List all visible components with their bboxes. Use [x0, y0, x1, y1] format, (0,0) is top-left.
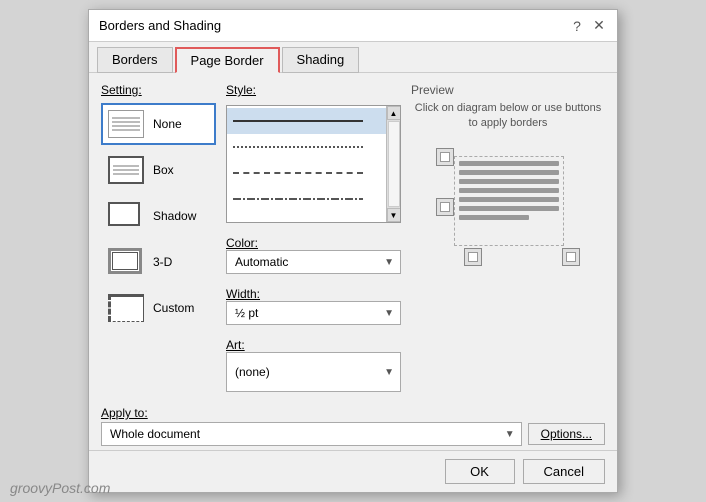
- title-bar: Borders and Shading ? ✕: [89, 10, 617, 42]
- preview-instructions: Click on diagram below or use buttonsto …: [411, 101, 605, 132]
- style-listbox[interactable]: ▲ ▼: [226, 105, 401, 223]
- width-select[interactable]: ½ pt ▼: [226, 301, 401, 325]
- apply-value: Whole document: [110, 427, 200, 441]
- main-content: Setting: None: [89, 73, 617, 402]
- width-dropdown-arrow: ▼: [384, 308, 394, 319]
- shadow-icon: [107, 200, 145, 232]
- color-label: Color:: [226, 236, 258, 250]
- tab-page-border[interactable]: Page Border: [175, 47, 280, 73]
- setting-none-label: None: [153, 117, 182, 131]
- preview-bot-right-btn[interactable]: [562, 248, 580, 266]
- setting-3d[interactable]: 3-D: [101, 241, 216, 283]
- middle-panel: Style:: [226, 83, 401, 392]
- apply-row: Apply to: Whole document ▼ Options...: [89, 402, 617, 450]
- tabs-row: Borders Page Border Shading: [89, 42, 617, 73]
- help-button[interactable]: ?: [569, 18, 585, 34]
- setting-label: Setting:: [101, 83, 216, 97]
- preview-diagram: [428, 144, 588, 274]
- apply-label: Apply to:: [101, 406, 605, 420]
- preview-area[interactable]: [411, 140, 605, 392]
- tab-borders[interactable]: Borders: [97, 47, 173, 73]
- style-solid[interactable]: [227, 108, 400, 134]
- preview-mid-left-btn[interactable]: [436, 198, 454, 216]
- preview-bot-left-btn[interactable]: [464, 248, 482, 266]
- watermark: groovyPost.com: [10, 480, 110, 496]
- color-select[interactable]: Automatic ▼: [226, 250, 401, 274]
- color-dropdown-arrow: ▼: [384, 257, 394, 268]
- 3d-icon: [107, 246, 145, 278]
- apply-select-row: Whole document ▼ Options...: [101, 422, 605, 446]
- setting-box-label: Box: [153, 163, 174, 177]
- ok-button[interactable]: OK: [445, 459, 515, 484]
- color-value: Automatic: [235, 255, 288, 269]
- setting-3d-label: 3-D: [153, 255, 172, 269]
- style-scrollbar[interactable]: ▲ ▼: [386, 106, 400, 222]
- none-icon: [107, 108, 145, 140]
- box-icon: [107, 154, 145, 186]
- options-button[interactable]: Options...: [528, 423, 605, 445]
- setting-panel: Setting: None: [101, 83, 216, 392]
- style-dashed[interactable]: [227, 160, 400, 186]
- cancel-button[interactable]: Cancel: [523, 459, 605, 484]
- style-label: Style:: [226, 83, 401, 97]
- width-value: ½ pt: [235, 306, 258, 320]
- custom-icon: [107, 292, 145, 324]
- setting-custom[interactable]: Custom: [101, 287, 216, 329]
- apply-select[interactable]: Whole document ▼: [101, 422, 522, 446]
- setting-custom-label: Custom: [153, 301, 194, 315]
- setting-shadow[interactable]: Shadow: [101, 195, 216, 237]
- art-value: (none): [235, 365, 270, 379]
- art-label: Art:: [226, 338, 245, 352]
- art-dropdown-arrow: ▼: [384, 367, 394, 378]
- setting-items: None Box: [101, 103, 216, 329]
- bottom-bar: OK Cancel: [89, 450, 617, 492]
- art-select[interactable]: (none) ▼: [226, 352, 401, 392]
- width-label: Width:: [226, 287, 260, 301]
- title-bar-controls: ? ✕: [569, 18, 607, 34]
- close-button[interactable]: ✕: [591, 18, 607, 34]
- preview-top-left-btn[interactable]: [436, 148, 454, 166]
- scroll-down-arrow[interactable]: ▼: [387, 208, 401, 222]
- scroll-track: [388, 121, 400, 207]
- tab-shading[interactable]: Shading: [282, 47, 360, 73]
- dialog-title: Borders and Shading: [99, 18, 221, 33]
- style-dotted[interactable]: [227, 134, 400, 160]
- borders-shading-dialog: Borders and Shading ? ✕ Borders Page Bor…: [88, 9, 618, 493]
- setting-none[interactable]: None: [101, 103, 216, 145]
- scroll-up-arrow[interactable]: ▲: [387, 106, 401, 120]
- style-dashdot[interactable]: [227, 186, 400, 212]
- preview-content-box: [454, 156, 564, 246]
- apply-dropdown-arrow: ▼: [505, 429, 515, 440]
- preview-label: Preview: [411, 83, 605, 97]
- setting-shadow-label: Shadow: [153, 209, 196, 223]
- preview-panel: Preview Click on diagram below or use bu…: [411, 83, 605, 392]
- setting-box[interactable]: Box: [101, 149, 216, 191]
